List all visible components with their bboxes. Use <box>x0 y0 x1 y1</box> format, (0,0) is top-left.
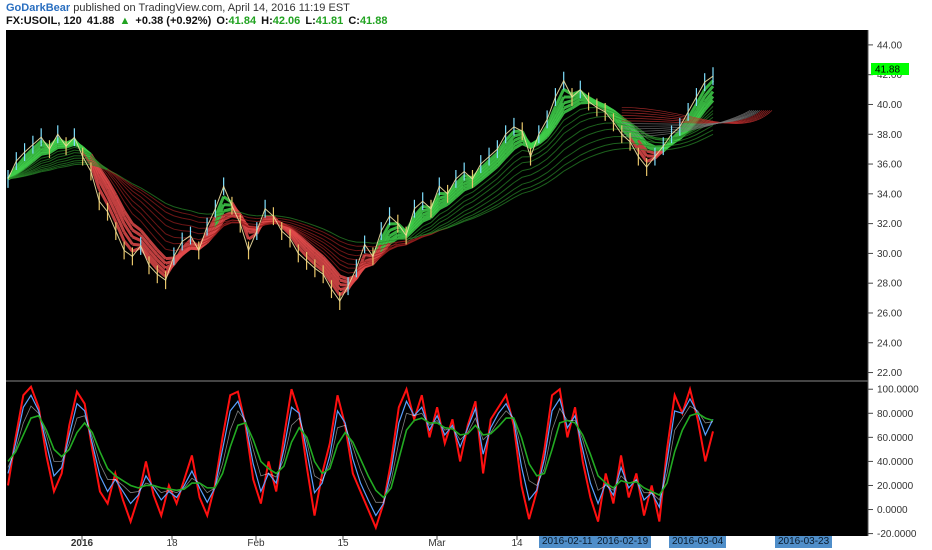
ribbon-segment <box>223 207 233 213</box>
ribbon-segment <box>223 213 232 216</box>
ribbon-segment <box>356 249 365 252</box>
osc-tick-label: 60.0000 <box>877 433 914 444</box>
ribbon-segment <box>265 221 274 224</box>
date-tag-3: 2016-03-04 <box>669 536 727 548</box>
osc-tick-label: 0.0000 <box>877 505 908 516</box>
time-tick-label: 2016 <box>71 538 94 549</box>
time-tick-label: 15 <box>337 538 349 549</box>
ribbon-segment <box>422 208 432 213</box>
time-tick-label: 18 <box>166 538 178 549</box>
date-tag-2: 2016-02-19 <box>594 536 652 548</box>
ribbon-segment <box>339 283 349 287</box>
ribbon-segment <box>132 242 141 247</box>
last-price-tag: 41.88 <box>871 63 909 76</box>
ribbon-segment <box>173 236 183 239</box>
price-tick-label: 32.00 <box>877 219 902 230</box>
last-price-tag-text: 41.88 <box>875 65 900 76</box>
price-tick-label: 22.00 <box>877 368 902 379</box>
ribbon-segment <box>248 230 257 234</box>
ribbon-segment <box>339 278 349 284</box>
price-tick-label: 24.00 <box>877 338 902 349</box>
chart-background <box>6 30 868 536</box>
ribbon-segment <box>579 94 589 100</box>
price-tick-label: 26.00 <box>877 308 902 319</box>
ribbon-segment <box>198 216 208 219</box>
osc-tick-label: 20.0000 <box>877 481 914 492</box>
ribbon-segment <box>74 163 83 166</box>
time-tick-label: Feb <box>247 538 265 549</box>
ribbon-segment <box>223 203 233 207</box>
price-tick-label: 44.00 <box>877 40 902 51</box>
price-tick-label: 38.00 <box>877 130 902 141</box>
ribbon-segment <box>613 142 622 145</box>
time-tick-label: 14 <box>511 538 523 549</box>
ribbon-segment <box>40 151 50 156</box>
date-tag-4: 2016-03-23 <box>775 536 833 548</box>
price-tick-label: 28.00 <box>877 279 902 290</box>
chart-canvas[interactable]: 44.0042.0040.0038.0036.0034.0032.0030.00… <box>0 0 932 550</box>
price-tick-label: 40.00 <box>877 100 902 111</box>
osc-tick-label: 40.0000 <box>877 457 914 468</box>
date-tag-1: 2016-02-11 <box>539 536 596 548</box>
osc-tick-label: 100.0000 <box>877 385 919 396</box>
osc-tick-label: 80.0000 <box>877 409 914 420</box>
ribbon-segment <box>248 226 257 229</box>
ribbon-segment <box>248 225 257 227</box>
price-tick-label: 34.00 <box>877 189 902 200</box>
price-tick-label: 30.00 <box>877 249 902 260</box>
ribbon-segment <box>397 229 407 235</box>
ribbon-segment <box>348 263 357 266</box>
time-tick-label: Mar <box>428 538 446 549</box>
ribbon-segment <box>397 235 407 240</box>
osc-tick-label: -20.0000 <box>877 529 917 540</box>
ribbon-segment <box>663 137 672 140</box>
ribbon-segment <box>182 230 191 232</box>
ribbon-segment <box>231 216 241 219</box>
price-tick-label: 36.00 <box>877 160 902 171</box>
